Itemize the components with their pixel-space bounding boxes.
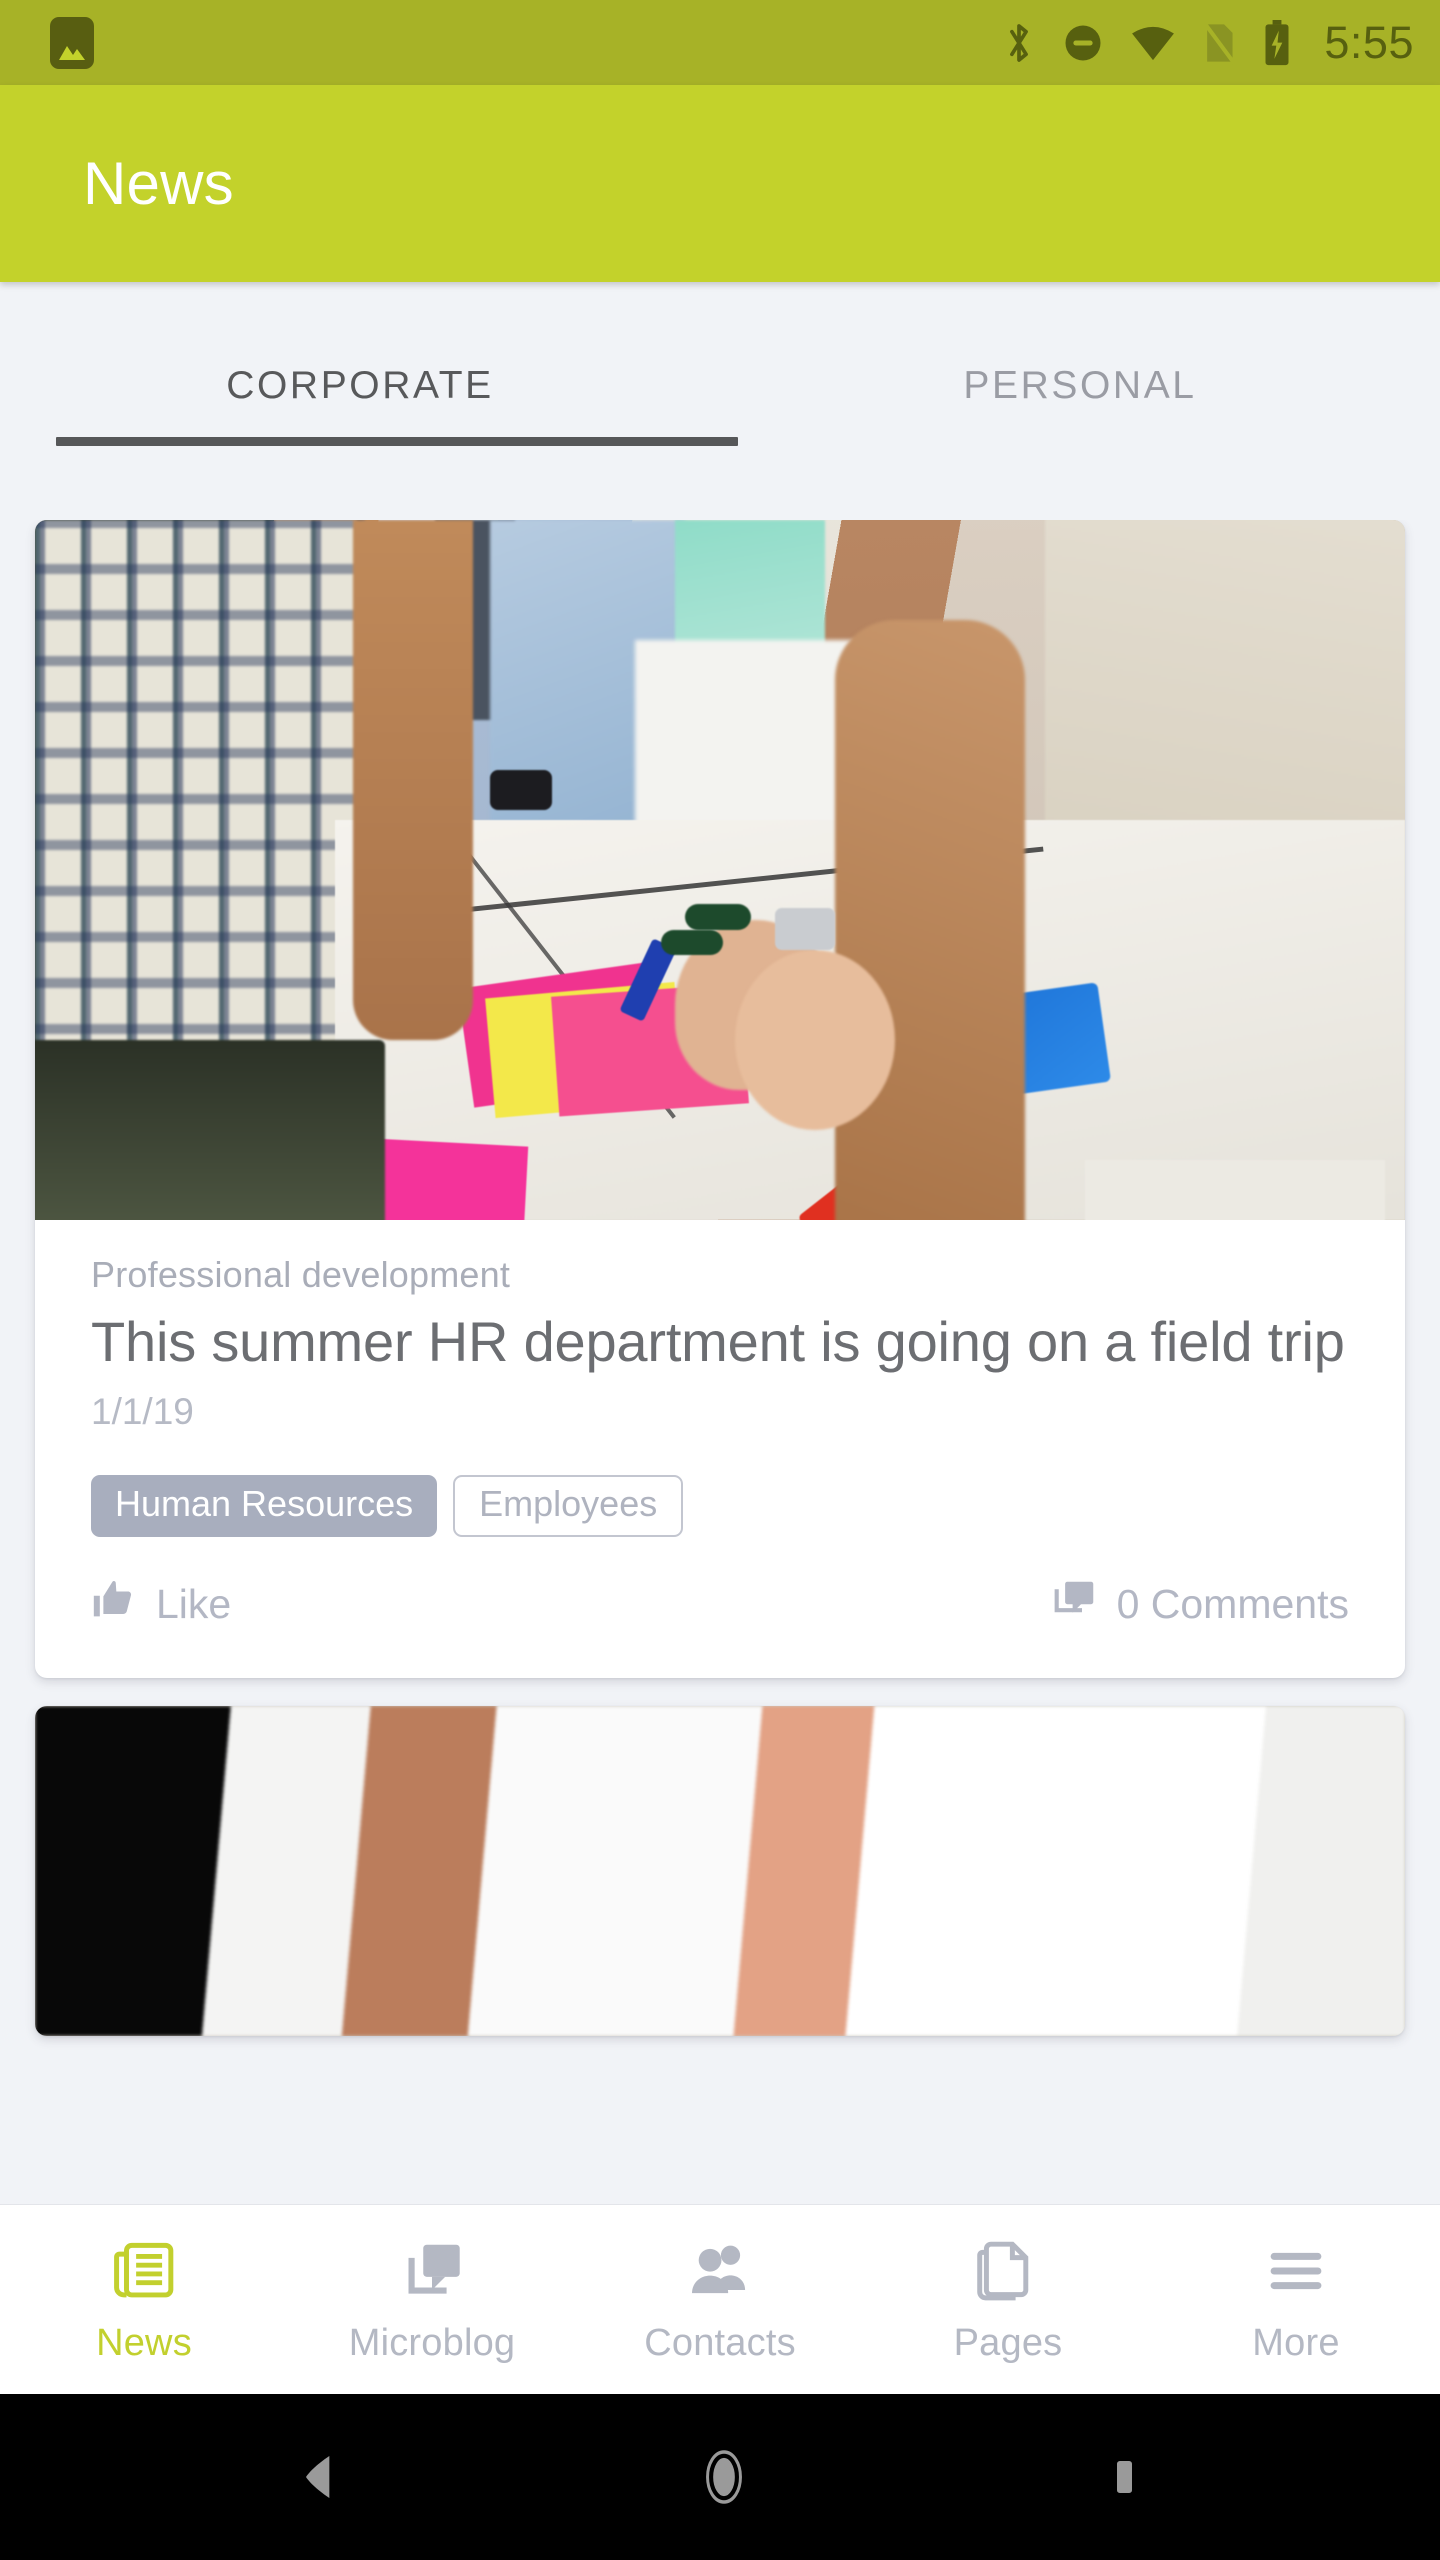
nav-item-news[interactable]: News <box>0 2234 288 2365</box>
hamburger-menu-icon <box>1261 2234 1331 2308</box>
thumbs-up-icon <box>91 1577 136 1632</box>
status-bar: 5:55 <box>0 0 1440 85</box>
news-card[interactable]: Professional development This summer HR … <box>35 520 1405 1678</box>
comment-icon <box>1052 1577 1097 1632</box>
news-card-date: 1/1/19 <box>91 1390 194 1432</box>
news-card-body: Professional development This summer HR … <box>35 1220 1405 1678</box>
nav-label-microblog: Microblog <box>348 2322 516 2364</box>
news-card-tags: Human Resources Employees <box>91 1474 1349 1537</box>
document-icon <box>973 2234 1043 2308</box>
do-not-disturb-icon <box>1062 22 1104 64</box>
tab-corporate[interactable]: CORPORATE <box>0 282 720 520</box>
tag-chip-employees[interactable]: Employees <box>453 1474 684 1537</box>
comments-button[interactable]: 0 Comments <box>1052 1577 1349 1632</box>
no-sim-icon <box>1202 21 1237 65</box>
people-icon <box>685 2234 755 2308</box>
newspaper-icon <box>109 2234 179 2308</box>
status-bar-clock: 5:55 <box>1324 17 1414 68</box>
tag-chip-human-resources[interactable]: Human Resources <box>91 1474 438 1537</box>
chat-bubble-icon <box>397 2234 467 2308</box>
tab-active-indicator <box>56 437 738 446</box>
news-card[interactable] <box>35 1705 1405 2036</box>
wifi-icon <box>1130 24 1176 62</box>
news-feed[interactable]: Professional development This summer HR … <box>0 520 1440 2204</box>
back-button[interactable] <box>292 2449 348 2505</box>
nav-item-pages[interactable]: Pages <box>864 2234 1152 2365</box>
tab-personal-label: PERSONAL <box>963 364 1197 407</box>
news-card-headline[interactable]: This summer HR department is going on a … <box>91 1310 1349 1375</box>
comments-label: 0 Comments <box>1116 1580 1349 1627</box>
tab-corporate-label: CORPORATE <box>226 364 494 407</box>
status-bar-notifications <box>50 16 94 69</box>
news-card-actions: Like 0 Comments <box>91 1537 1349 1678</box>
tab-personal[interactable]: PERSONAL <box>720 282 1440 520</box>
news-card-image <box>35 1705 1405 2036</box>
status-bar-system-icons: 5:55 <box>1002 17 1414 68</box>
nav-item-more[interactable]: More <box>1152 2234 1440 2365</box>
nav-item-microblog[interactable]: Microblog <box>288 2234 576 2365</box>
nav-item-contacts[interactable]: Contacts <box>576 2234 864 2365</box>
page-title: News <box>83 150 234 217</box>
android-system-nav <box>0 2394 1440 2560</box>
phone-screen: 5:55 News CORPORATE PERSONAL Professiona… <box>0 0 1440 2560</box>
nav-label-news: News <box>96 2322 192 2364</box>
nav-label-more: More <box>1252 2322 1340 2364</box>
bluetooth-icon <box>1002 20 1036 66</box>
recents-button[interactable] <box>1100 2453 1148 2501</box>
bottom-navigation: News Microblog Contacts Pages More <box>0 2204 1440 2394</box>
image-notification-icon <box>50 16 94 69</box>
app-bar: News <box>0 85 1440 282</box>
tab-bar: CORPORATE PERSONAL <box>0 282 1440 520</box>
news-card-image <box>35 520 1405 1220</box>
nav-label-contacts: Contacts <box>644 2322 796 2364</box>
nav-label-pages: Pages <box>953 2322 1063 2364</box>
like-label: Like <box>156 1580 232 1627</box>
news-card-category: Professional development <box>91 1254 511 1295</box>
home-button[interactable] <box>693 2446 755 2508</box>
battery-charging-icon <box>1262 19 1292 66</box>
like-button[interactable]: Like <box>91 1577 231 1632</box>
